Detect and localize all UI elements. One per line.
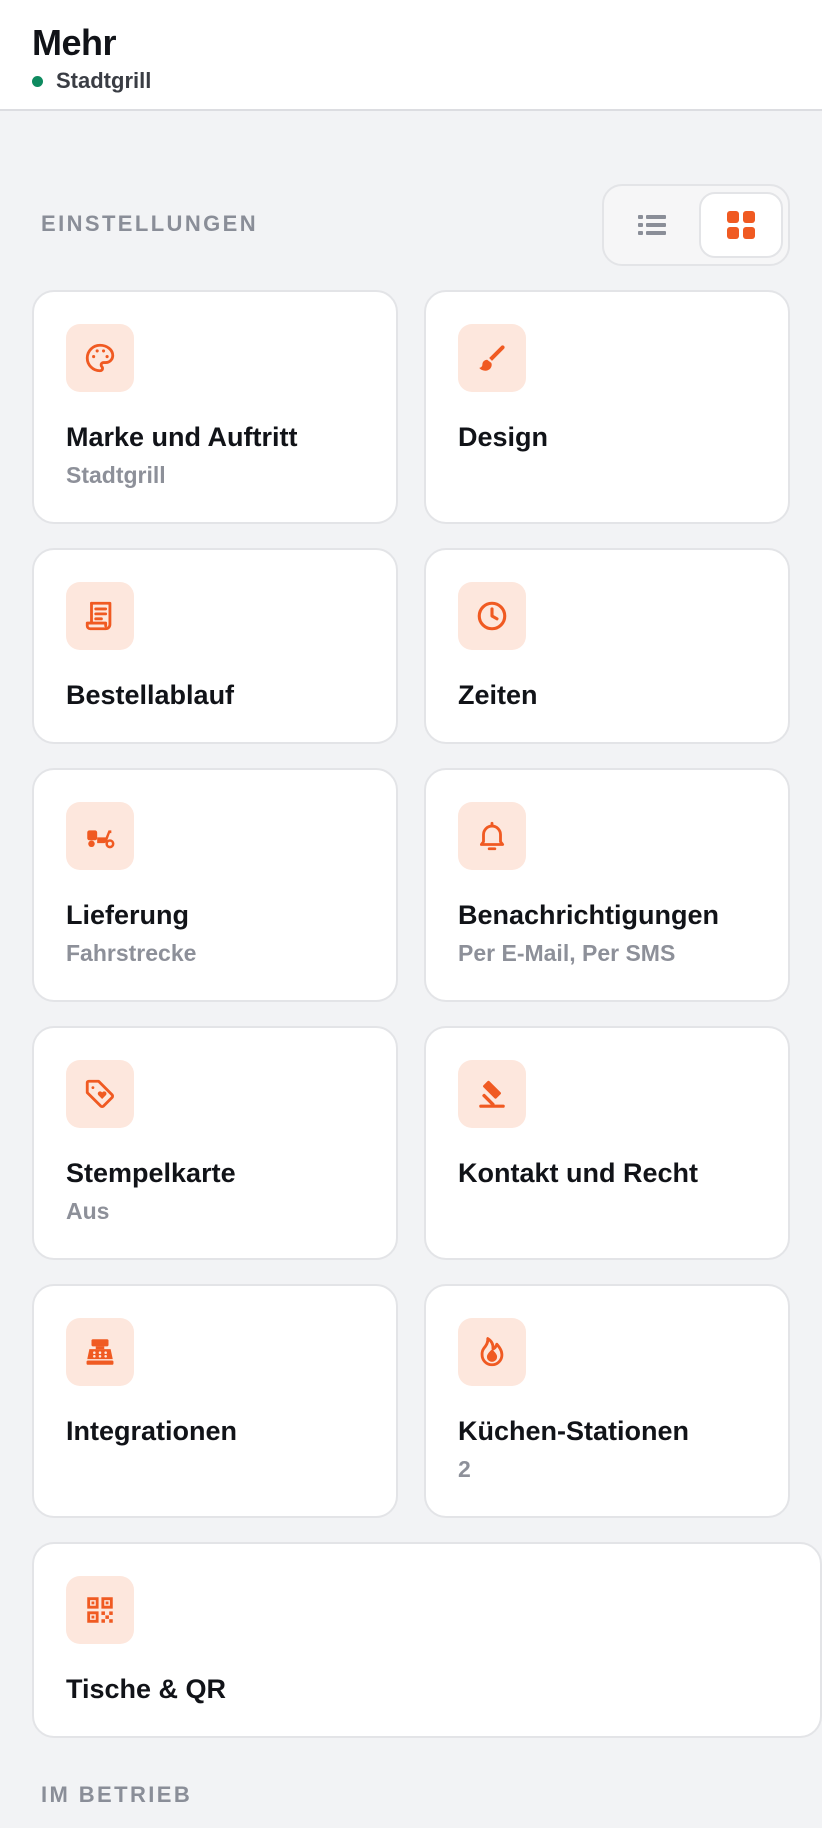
settings-card-delivery[interactable]: Lieferung Fahrstrecke <box>32 768 398 1002</box>
card-icon-box <box>458 1318 526 1386</box>
status-dot <box>32 75 43 87</box>
card-subtitle: Per E-Mail, Per SMS <box>458 940 676 966</box>
section-label-settings: EINSTELLUNGEN <box>41 211 258 236</box>
card-title: Integrationen <box>66 1416 238 1446</box>
card-icon-box <box>66 582 134 650</box>
settings-card-order-flow[interactable]: Bestellablauf <box>32 548 398 744</box>
card-title: Küchen-Stationen <box>458 1416 690 1446</box>
settings-card-times[interactable]: Zeiten <box>424 548 790 744</box>
view-toggle <box>602 184 790 266</box>
card-title: Zeiten <box>458 680 538 710</box>
cash-register-icon <box>86 1339 114 1365</box>
settings-card-design[interactable]: Design <box>424 290 790 524</box>
settings-card-contact-legal[interactable]: Kontakt und Recht <box>424 1026 790 1260</box>
card-icon-box <box>66 1060 134 1128</box>
settings-card-brand[interactable]: Marke und Auftritt Stadtgrill <box>32 290 398 524</box>
card-title: Stempelkarte <box>66 1158 236 1188</box>
store-name: Stadtgrill <box>56 68 152 93</box>
card-title: Tische & QR <box>66 1674 227 1704</box>
settings-card-notifications[interactable]: Benachrichtigungen Per E-Mail, Per SMS <box>424 768 790 1002</box>
card-icon-box <box>458 582 526 650</box>
card-subtitle: Stadtgrill <box>66 462 166 488</box>
top-header: Mehr Stadtgrill <box>0 0 822 111</box>
store-status: Stadtgrill <box>32 68 151 94</box>
list-view-icon <box>638 215 666 235</box>
qr-code-icon <box>87 1597 113 1623</box>
card-title: Benachrichtigungen <box>458 900 720 930</box>
card-title: Bestellablauf <box>66 680 235 710</box>
scooter-icon <box>87 830 115 849</box>
card-icon-box <box>66 802 134 870</box>
settings-card-integrations[interactable]: Integrationen <box>32 1284 398 1518</box>
card-title: Lieferung <box>66 900 190 930</box>
page-title: Mehr <box>32 22 117 63</box>
settings-card-stamp-card[interactable]: Stempelkarte Aus <box>32 1026 398 1260</box>
grid-view-icon <box>727 211 755 239</box>
settings-card-kitchen-stations[interactable]: Küchen-Stationen 2 <box>424 1284 790 1518</box>
paintbrush-icon <box>479 345 505 371</box>
card-title: Kontakt und Recht <box>458 1158 698 1188</box>
card-title: Marke und Auftritt <box>66 422 298 452</box>
receipt-icon <box>85 601 112 631</box>
clock-icon <box>477 601 507 631</box>
palette-icon <box>85 343 115 373</box>
card-subtitle: Fahrstrecke <box>66 940 197 966</box>
card-title: Design <box>458 422 549 452</box>
list-view-button[interactable] <box>610 192 694 258</box>
section-label-operations: IM BETRIEB <box>41 1782 193 1807</box>
tag-heart-icon <box>85 1079 114 1108</box>
card-subtitle: Aus <box>66 1198 110 1224</box>
gavel-icon <box>479 1080 505 1108</box>
bell-icon <box>479 821 505 851</box>
card-icon-box <box>458 324 526 392</box>
grid-view-button[interactable] <box>699 192 783 258</box>
settings-card-tables-qr[interactable]: Tische & QR <box>32 1542 822 1738</box>
card-icon-box <box>458 1060 526 1128</box>
card-icon-box <box>66 1576 134 1644</box>
card-icon-box <box>458 802 526 870</box>
card-icon-box <box>66 324 134 392</box>
card-subtitle: 2 <box>458 1456 471 1482</box>
card-icon-box <box>66 1318 134 1386</box>
fire-icon <box>480 1337 504 1367</box>
